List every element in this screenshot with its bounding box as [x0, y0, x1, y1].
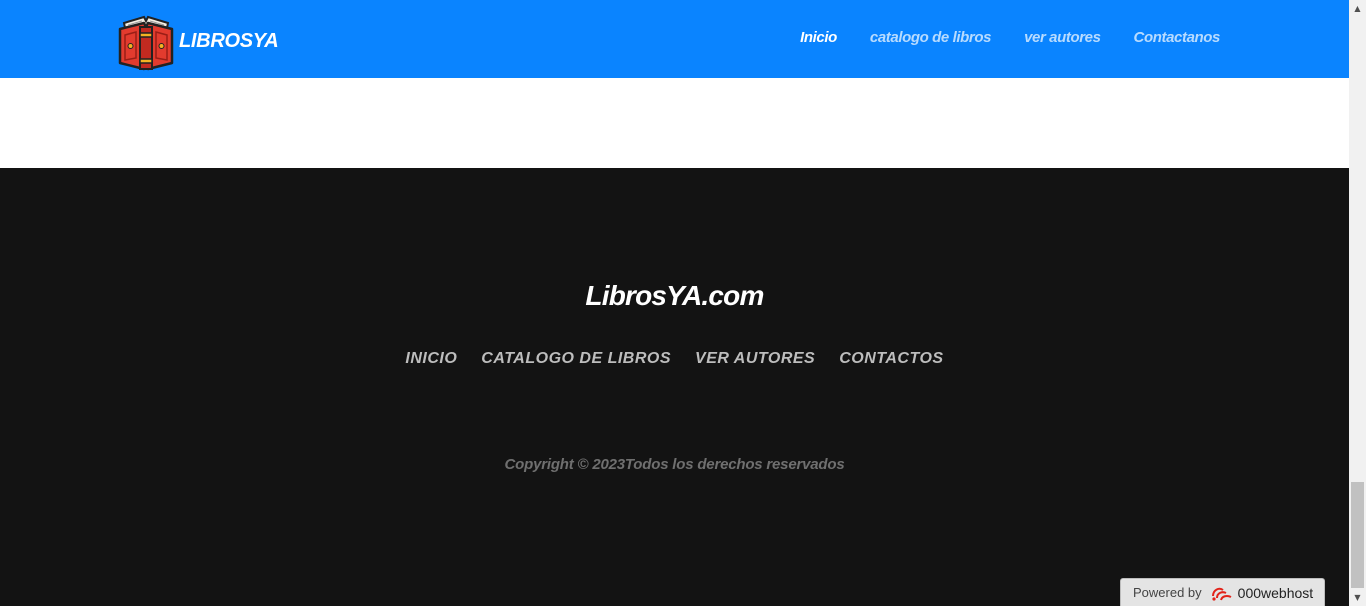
footer-link-catalogo[interactable]: CATALOGO DE LIBROS [481, 350, 671, 368]
vertical-scrollbar[interactable]: ▲ ▼ [1349, 0, 1366, 606]
site-header: LIBROSYA Inicio catalogo de libros ver a… [0, 0, 1349, 78]
footer-title: LibrosYA.com [585, 280, 764, 311]
footer-nav: INICIO CATALOGO DE LIBROS VER AUTORES CO… [0, 350, 1349, 368]
main-nav: Inicio catalogo de libros ver autores Co… [800, 29, 1220, 47]
site-footer: LibrosYA.com INICIO CATALOGO DE LIBROS V… [0, 168, 1349, 606]
open-book-icon [118, 15, 174, 71]
content-area [0, 78, 1349, 168]
nav-link-catalogo[interactable]: catalogo de libros [870, 29, 992, 47]
nav-link-inicio[interactable]: Inicio [800, 29, 837, 47]
000webhost-logo-icon [1211, 587, 1232, 601]
brand-name: LIBROSYA [179, 29, 279, 52]
footer-link-inicio[interactable]: INICIO [405, 350, 457, 368]
page: LIBROSYA Inicio catalogo de libros ver a… [0, 0, 1366, 606]
powered-by-brand: 000webhost [1237, 584, 1314, 601]
nav-link-contactanos[interactable]: Contactanos [1134, 29, 1221, 47]
footer-link-autores[interactable]: VER AUTORES [695, 350, 815, 368]
scroll-down-arrow-icon[interactable]: ▼ [1349, 589, 1366, 606]
footer-link-contactos[interactable]: CONTACTOS [839, 350, 943, 368]
powered-by-label: Powered by [1133, 585, 1202, 600]
brand-logo-link[interactable]: LIBROSYA [116, 11, 279, 71]
copyright-text: Copyright © 2023Todos los derechos reser… [504, 456, 845, 473]
scroll-up-arrow-icon[interactable]: ▲ [1349, 0, 1366, 17]
scrollbar-thumb[interactable] [1351, 482, 1364, 588]
powered-by-badge[interactable]: Powered by 000webhost [1120, 578, 1325, 606]
nav-link-autores[interactable]: ver autores [1024, 29, 1101, 47]
